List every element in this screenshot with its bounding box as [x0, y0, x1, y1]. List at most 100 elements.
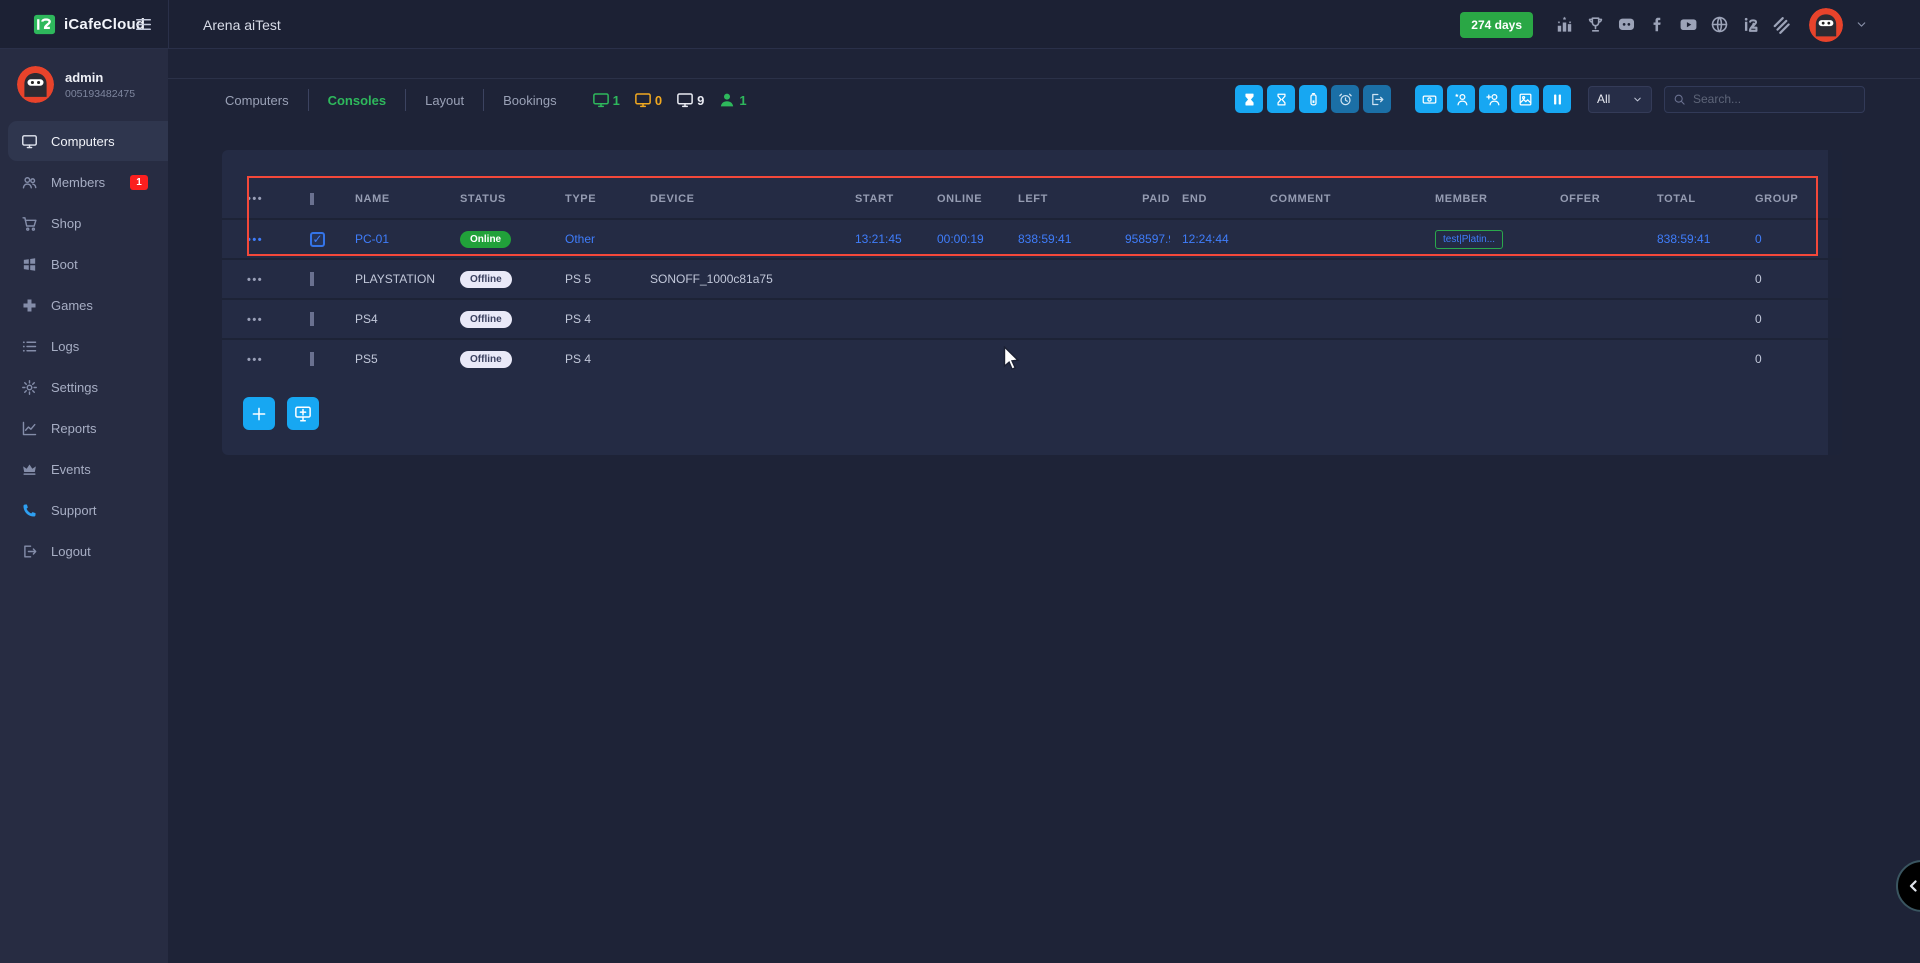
sidebar-item-shop[interactable]: Shop — [8, 203, 168, 243]
tab-layout[interactable]: Layout — [406, 93, 483, 108]
sidebar-item-logout[interactable]: Logout — [8, 531, 168, 571]
windows-icon — [21, 256, 38, 273]
cart-icon — [21, 215, 38, 232]
user-avatar[interactable] — [1809, 8, 1843, 42]
table-row[interactable]: •••PLAYSTATIONOfflinePS 5SONOFF_1000c81a… — [222, 258, 1842, 298]
menu-icon[interactable] — [134, 15, 153, 34]
sidebar-item-label: Members — [51, 175, 105, 190]
table-header-row: •••NAMESTATUSTYPEDEVICESTARTONLINELEFTPA… — [222, 180, 1842, 218]
leaderboard-icon[interactable] — [1555, 15, 1574, 34]
add-time-button[interactable] — [1235, 85, 1263, 113]
row-actions-button[interactable]: ••• — [247, 274, 263, 286]
battery-button[interactable] — [1299, 85, 1327, 113]
sidebar-item-games[interactable]: Games — [8, 285, 168, 325]
monitor-plus-icon — [294, 405, 312, 423]
guest-member-button[interactable] — [1447, 85, 1475, 113]
gear-icon — [21, 379, 38, 396]
column-header-name: NAME — [355, 193, 460, 205]
facebook-icon[interactable] — [1648, 15, 1667, 34]
column-header-member: MEMBER — [1435, 193, 1560, 205]
sidebar: admin 005193482475 ComputersMembers1Shop… — [0, 49, 168, 963]
brand-name: iCafeCloud — [64, 16, 145, 33]
row-actions-button[interactable]: ••• — [247, 314, 263, 326]
table-row[interactable]: •••✓PC-01OnlineOther13:21:4500:00:19838:… — [222, 218, 1842, 258]
main-content: ComputersConsolesLayoutBookings1091 All … — [168, 49, 1920, 963]
status-counters: 1091 — [592, 91, 747, 109]
battery-icon — [1306, 92, 1321, 107]
sidebar-item-members[interactable]: Members1 — [8, 162, 168, 202]
cell-type: PS 4 — [565, 312, 650, 326]
sidebar-item-reports[interactable]: Reports — [8, 408, 168, 448]
sidebar-item-label: Events — [51, 462, 91, 477]
column-header-offer: OFFER — [1560, 193, 1657, 205]
table-row[interactable]: •••PS5OfflinePS 40 — [222, 338, 1842, 378]
chevron-down-icon[interactable] — [1855, 18, 1868, 31]
filter-value: All — [1597, 92, 1610, 106]
monitor-icon — [592, 91, 610, 109]
cell-status: Offline — [460, 311, 565, 328]
row-actions-button[interactable]: ••• — [247, 354, 263, 366]
sidebar-item-settings[interactable]: Settings — [8, 367, 168, 407]
plus-icon — [250, 405, 268, 423]
user-name: admin — [65, 70, 135, 85]
sidebar-item-support[interactable]: Support — [8, 490, 168, 530]
monitor-icon — [21, 133, 38, 150]
member-badge[interactable]: test|Platin... — [1435, 230, 1503, 249]
cell-group: 0 — [1755, 272, 1817, 286]
row-checkbox[interactable]: ✓ — [310, 232, 325, 247]
filter-select[interactable]: All — [1588, 86, 1652, 113]
sidebar-item-events[interactable]: Events — [8, 449, 168, 489]
license-days-badge[interactable]: 274 days — [1460, 12, 1533, 38]
tab-bar: ComputersConsolesLayoutBookings1091 — [225, 85, 747, 115]
row-actions-button[interactable]: ••• — [247, 234, 263, 246]
row-checkbox[interactable] — [310, 352, 314, 366]
website-icon[interactable] — [1710, 15, 1729, 34]
alarm-button[interactable] — [1331, 85, 1359, 113]
cell-type: PS 5 — [565, 272, 650, 286]
sidebar-item-label: Games — [51, 298, 93, 313]
sidebar-user: admin 005193482475 — [0, 49, 168, 117]
header-actions: ••• — [247, 193, 310, 205]
select-all-checkbox[interactable] — [310, 193, 314, 205]
total-consoles-counter: 9 — [676, 91, 704, 109]
column-header-group: GROUP — [1755, 193, 1817, 205]
tab-bookings[interactable]: Bookings — [484, 93, 575, 108]
trophy-icon[interactable] — [1586, 15, 1605, 34]
icafecloud-icon[interactable] — [1741, 15, 1760, 34]
add-device-button[interactable] — [287, 397, 319, 430]
person-star-icon — [1454, 92, 1469, 107]
online-consoles-counter: 1 — [592, 91, 620, 109]
discord-icon[interactable] — [1617, 15, 1636, 34]
add-console-button[interactable] — [243, 397, 275, 430]
chevron-down-icon — [1632, 94, 1643, 105]
search-input[interactable] — [1693, 92, 1856, 106]
column-header-start: START — [855, 193, 937, 205]
sidebar-item-label: Support — [51, 503, 97, 518]
sidebar-item-computers[interactable]: Computers — [8, 121, 168, 161]
cell-status: Offline — [460, 351, 565, 368]
screenshot-button[interactable] — [1511, 85, 1539, 113]
table-row[interactable]: •••PS4OfflinePS 40 — [222, 298, 1842, 338]
search-box — [1664, 86, 1865, 113]
row-actions-cell: ••• — [247, 312, 310, 326]
pause-button[interactable] — [1543, 85, 1571, 113]
add-member-button[interactable] — [1479, 85, 1507, 113]
row-checkbox[interactable] — [310, 312, 314, 326]
layers-icon[interactable] — [1772, 15, 1791, 34]
row-actions-button[interactable]: ••• — [247, 193, 263, 205]
set-time-button[interactable] — [1267, 85, 1295, 113]
tab-consoles[interactable]: Consoles — [309, 93, 406, 108]
sidebar-item-logs[interactable]: Logs — [8, 326, 168, 366]
checkout-button[interactable] — [1363, 85, 1391, 113]
list-icon — [21, 338, 38, 355]
users-icon — [21, 174, 38, 191]
sidebar-item-boot[interactable]: Boot — [8, 244, 168, 284]
column-header-device: DEVICE — [650, 193, 855, 205]
counter-value: 1 — [739, 93, 746, 108]
row-checkbox[interactable] — [310, 272, 314, 286]
youtube-icon[interactable] — [1679, 15, 1698, 34]
payment-button[interactable] — [1415, 85, 1443, 113]
cell-name: PC-01 — [355, 232, 460, 246]
cell-group: 0 — [1755, 232, 1817, 246]
tab-computers[interactable]: Computers — [225, 93, 308, 108]
